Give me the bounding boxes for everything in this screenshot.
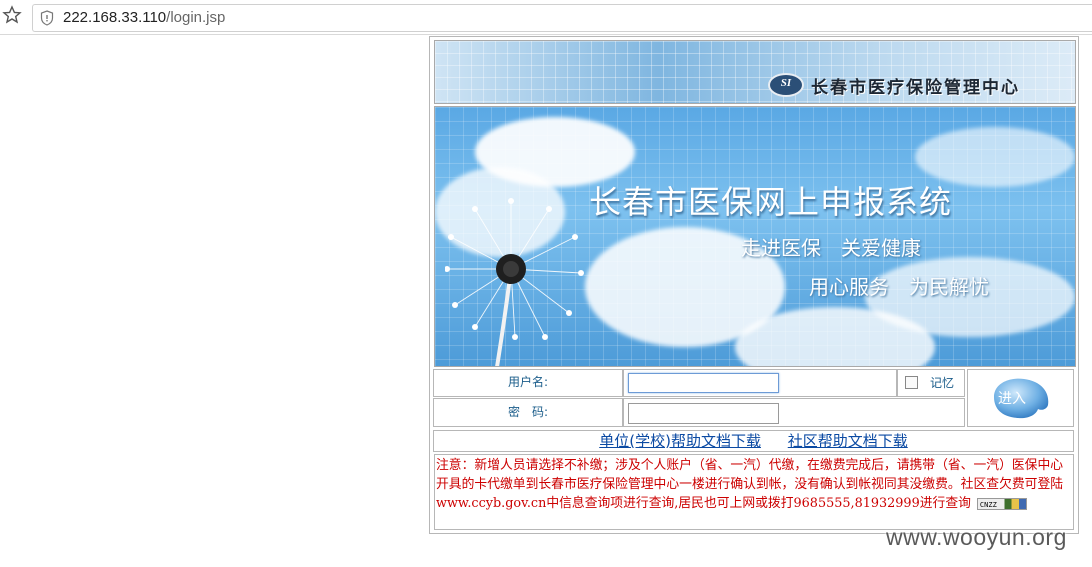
header-banner: SI 长春市医疗保险管理中心 <box>434 40 1076 104</box>
password-label: 密 码: <box>433 398 623 427</box>
header-title: 长春市医疗保险管理中心 <box>811 78 1020 98</box>
cnzz-stats-badge[interactable]: CNZZ <box>976 497 1027 510</box>
username-label: 用户名: <box>433 369 623 397</box>
username-cell <box>623 369 897 397</box>
main-banner-image: 长春市医保网上申报系统 走进医保 关爱健康 用心服务 为民解忧 <box>434 106 1076 367</box>
si-logo-icon: SI <box>768 73 804 97</box>
browser-toolbar: 222.168.33.110/login.jsp <box>0 0 1092 35</box>
login-panel: SI 长春市医疗保险管理中心 长春市医保网上申报系统 走进医保 关爱健康 用心服… <box>429 36 1079 534</box>
username-input[interactable] <box>628 373 779 393</box>
url-path: /login.jsp <box>166 9 226 26</box>
address-bar[interactable]: 222.168.33.110/login.jsp <box>32 4 1092 32</box>
dandelion-icon <box>445 198 584 366</box>
watermark: www.wooyun.org <box>886 524 1067 550</box>
remember-cell: 记忆 <box>897 369 965 397</box>
password-input[interactable] <box>628 403 779 424</box>
notice-text-block: 注意：新增人员请选择不补缴；涉及个人账户（省、一汽）代缴，在缴费完成后，请携带（… <box>434 454 1074 530</box>
bookmark-star-icon[interactable] <box>2 5 22 25</box>
enter-cell: 进入 <box>967 369 1074 427</box>
notice-text: 注意：新增人员请选择不补缴；涉及个人账户（省、一汽）代缴，在缴费完成后，请携带（… <box>436 458 1064 511</box>
unit-help-download-link[interactable]: 单位(学校)帮助文档下载 <box>599 432 761 450</box>
url-text[interactable]: 222.168.33.110/login.jsp <box>63 9 225 26</box>
enter-button-label: 进入 <box>998 391 1026 407</box>
enter-button[interactable]: 进入 <box>990 375 1052 421</box>
system-title: 长春市医保网上申报系统 <box>589 183 953 221</box>
remember-label: 记忆 <box>930 376 955 390</box>
slogan-line-2: 用心服务 为民解忧 <box>809 275 989 299</box>
help-links-row: 单位(学校)帮助文档下载 社区帮助文档下载 <box>433 430 1074 452</box>
community-help-download-link[interactable]: 社区帮助文档下载 <box>788 432 908 450</box>
url-host: 222.168.33.110 <box>63 9 167 26</box>
site-info-shield-icon[interactable] <box>40 10 54 26</box>
remember-checkbox[interactable] <box>905 376 918 389</box>
slogan-line-1: 走进医保 关爱健康 <box>741 236 921 260</box>
password-cell <box>623 398 965 427</box>
